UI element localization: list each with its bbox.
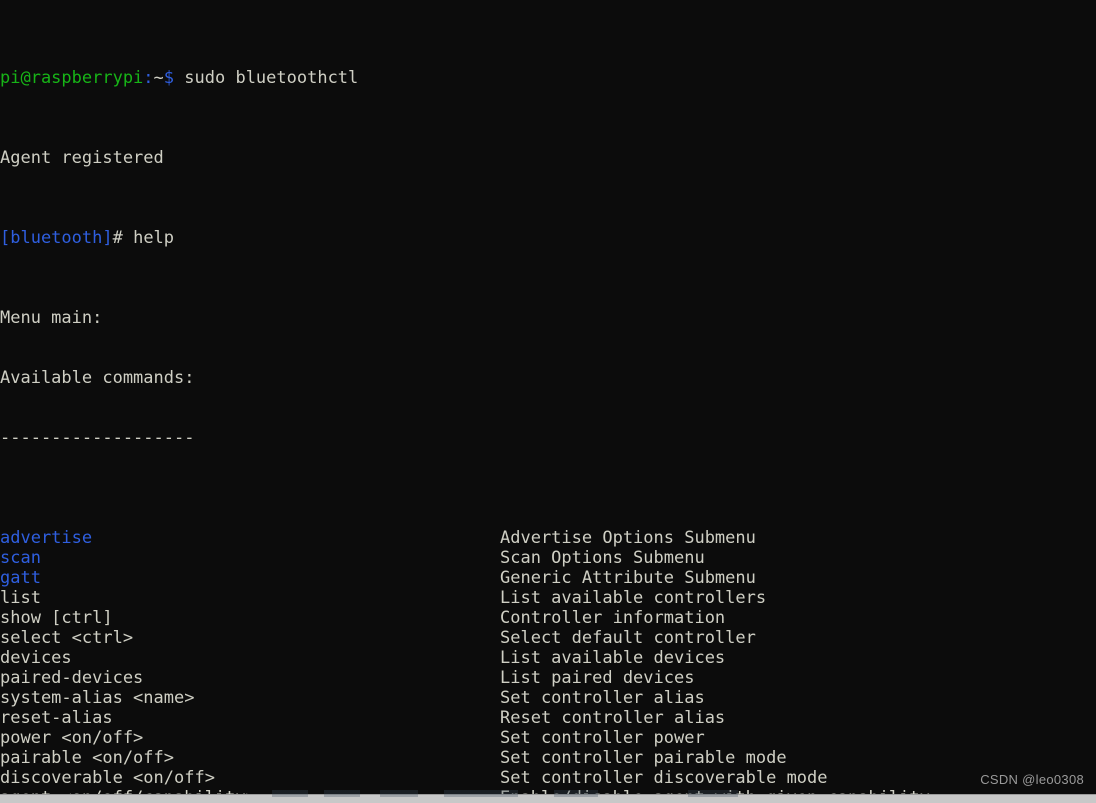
- command-name: advertise: [0, 528, 93, 548]
- command-row: gatt Generic Attribute Submenu: [0, 568, 1096, 588]
- watermark: CSDN @leo0308: [980, 772, 1084, 787]
- command-row: advertise Advertise Options Submenu: [0, 528, 1096, 548]
- command-description: List available devices: [500, 648, 726, 668]
- agent-registered-line: Agent registered: [0, 148, 164, 168]
- prompt-user-host: pi@raspberrypi: [0, 68, 144, 88]
- prompt-colon: :: [143, 68, 154, 88]
- command-description: Set controller power: [500, 728, 705, 748]
- command-name: pairable <on/off>: [0, 748, 174, 768]
- bluetooth-prompt-symbol: #: [112, 228, 123, 248]
- command-description: Advertise Options Submenu: [500, 528, 756, 548]
- command-description: Set controller pairable mode: [500, 748, 787, 768]
- bluetooth-prompt-line: [bluetooth]# help: [0, 228, 1096, 248]
- command-name: show [ctrl]: [0, 608, 113, 628]
- command-name: list: [0, 588, 41, 608]
- bluetooth-prompt-label: [bluetooth]: [0, 228, 113, 248]
- command-row: paired-devices List paired devices: [0, 668, 1096, 688]
- command-row: discoverable <on/off> Set controller disc…: [0, 768, 1096, 788]
- command-description: Reset controller alias: [500, 708, 726, 728]
- command-name: paired-devices: [0, 668, 144, 688]
- taskbar-items-ghost: [268, 790, 828, 797]
- command-description: Set controller discoverable mode: [500, 768, 828, 788]
- command-name: devices: [0, 648, 72, 668]
- terminal-window[interactable]: pi@raspberrypi:~$ sudo bluetoothctl Agen…: [0, 0, 1096, 803]
- command-name: power <on/off>: [0, 728, 144, 748]
- command-name: gatt: [0, 568, 41, 588]
- command-name: system-alias <name>: [0, 688, 195, 708]
- command-row: show [ctrl] Controller information: [0, 608, 1096, 628]
- desktop-taskbar[interactable]: [0, 790, 1096, 803]
- command-row: select <ctrl> Select default controller: [0, 628, 1096, 648]
- command-row: devices List available devices: [0, 648, 1096, 668]
- prompt-symbol: $: [163, 68, 175, 88]
- command-row: power <on/off> Set controller power: [0, 728, 1096, 748]
- terminal-screen[interactable]: pi@raspberrypi:~$ sudo bluetoothctl Agen…: [0, 0, 1096, 803]
- command-list: advertise Advertise Options Submenu scan Sc…: [0, 528, 1096, 803]
- command-name: scan: [0, 548, 41, 568]
- command-description: Scan Options Submenu: [500, 548, 705, 568]
- command-name: select <ctrl>: [0, 628, 134, 648]
- command-description: Set controller alias: [500, 688, 705, 708]
- available-commands-line: Available commands:: [0, 368, 195, 388]
- command-row: scan Scan Options Submenu: [0, 548, 1096, 568]
- command-row: reset-alias Reset controller alias: [0, 708, 1096, 728]
- typed-command-help: help: [122, 228, 175, 248]
- command-description: Select default controller: [500, 628, 756, 648]
- menu-main-line: Menu main:: [0, 308, 103, 328]
- command-description: Generic Attribute Submenu: [500, 568, 756, 588]
- command-row: pairable <on/off> Set controller pairable…: [0, 748, 1096, 768]
- prompt-path: ~: [153, 68, 164, 88]
- shell-prompt-line: pi@raspberrypi:~$ sudo bluetoothctl: [0, 68, 1096, 88]
- command-row: system-alias <name> Set controller alias: [0, 688, 1096, 708]
- command-row: list List available controllers: [0, 588, 1096, 608]
- typed-command-bluetoothctl: sudo bluetoothctl: [174, 68, 359, 88]
- command-description: List paired devices: [500, 668, 695, 688]
- divider-line: -------------------: [0, 428, 195, 448]
- command-description: Controller information: [500, 608, 726, 628]
- command-name: reset-alias: [0, 708, 113, 728]
- command-name: discoverable <on/off>: [0, 768, 215, 788]
- command-description: List available controllers: [500, 588, 767, 608]
